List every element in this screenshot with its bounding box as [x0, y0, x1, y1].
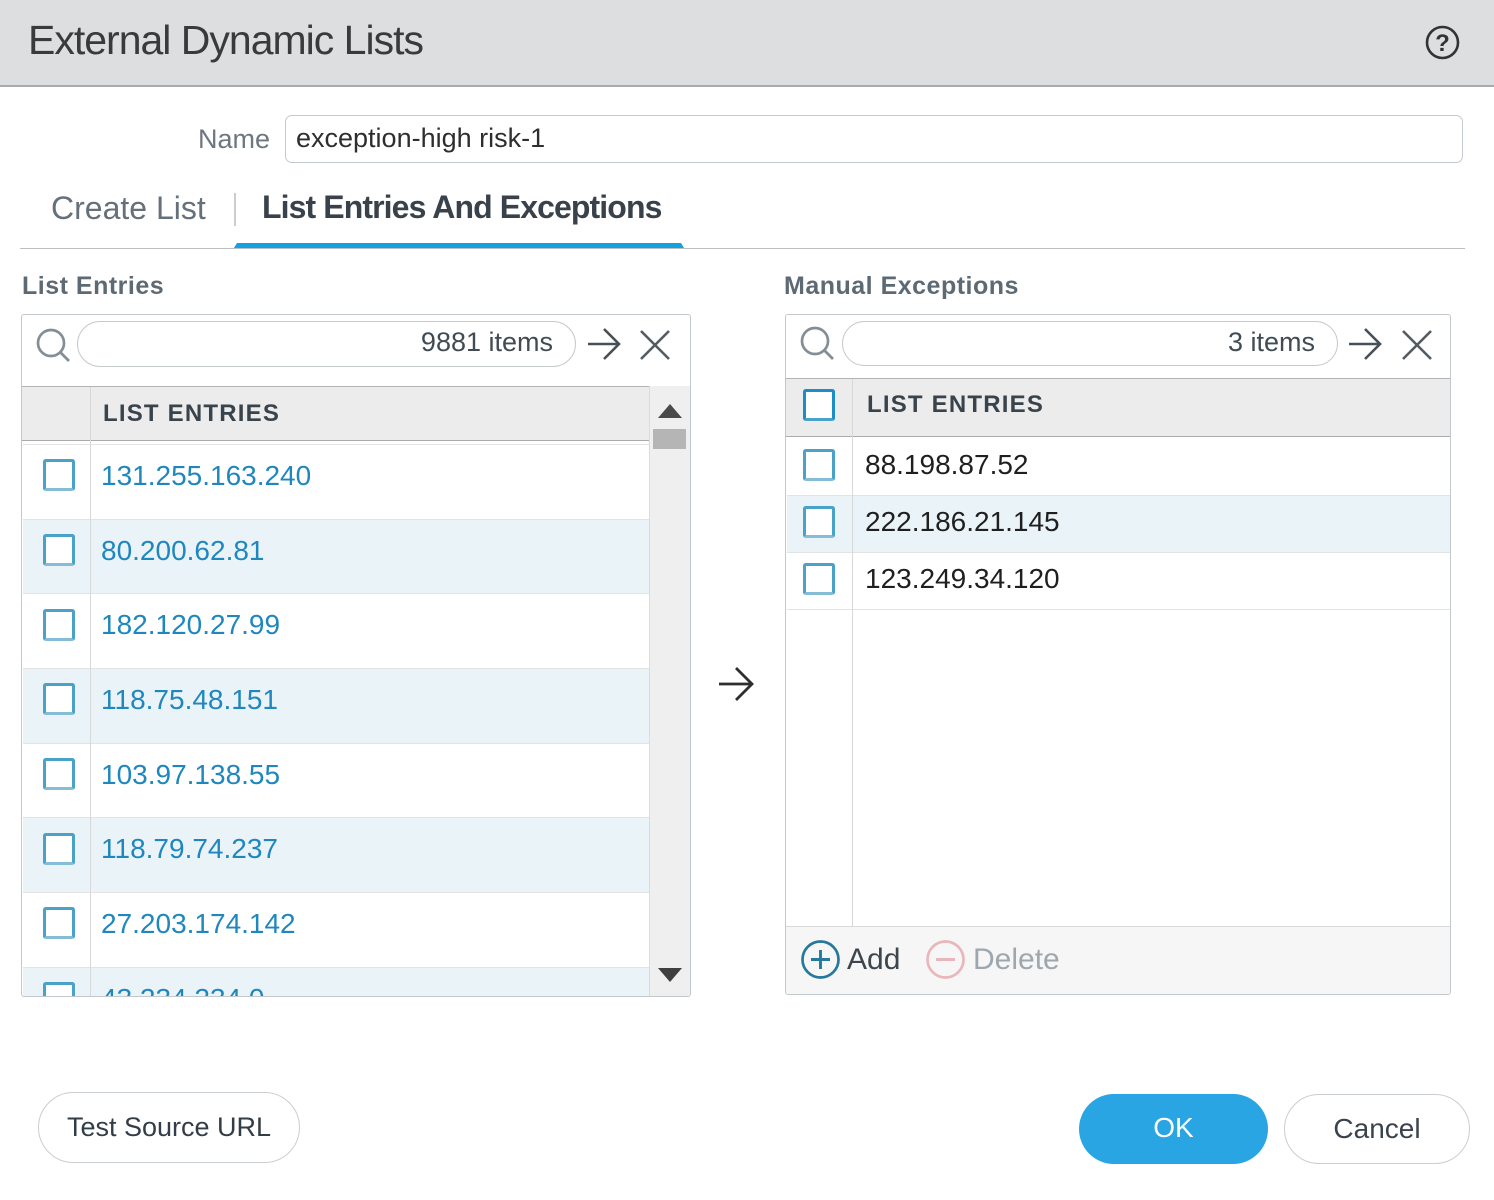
svg-text:?: ?: [1435, 30, 1450, 57]
